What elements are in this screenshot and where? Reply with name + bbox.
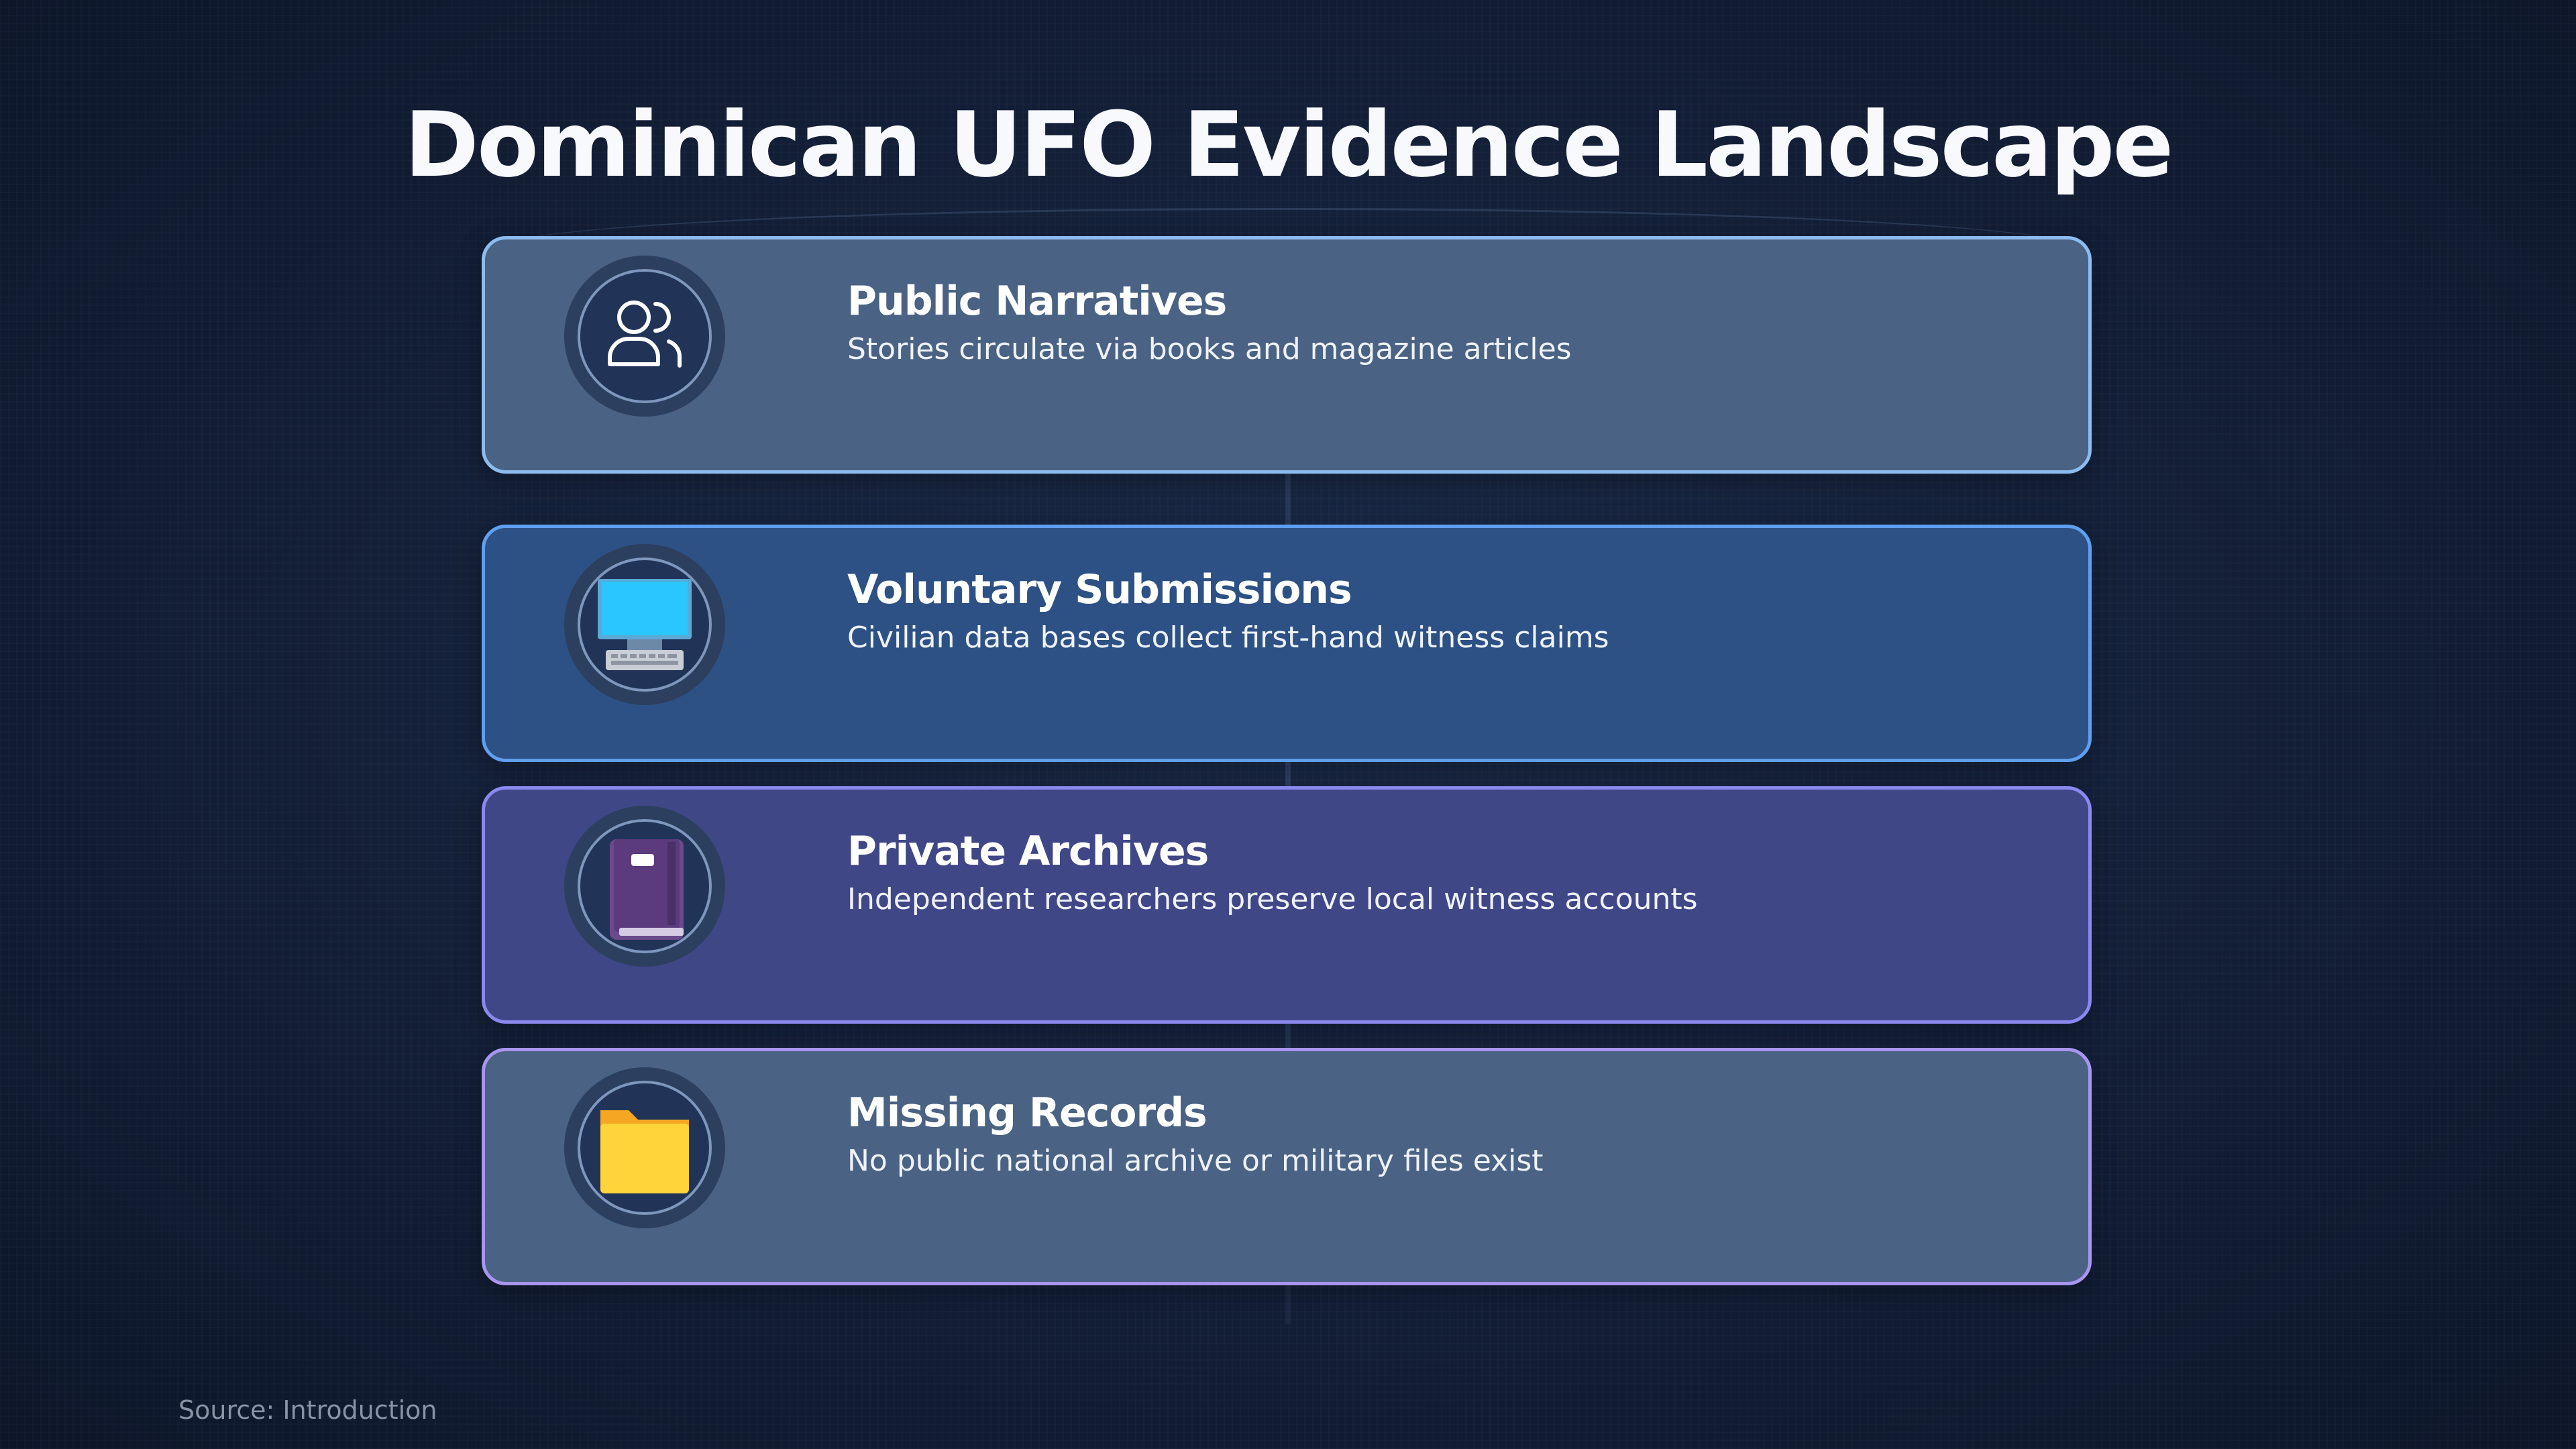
icon-badge [564, 1067, 725, 1228]
card-title: Public Narratives [847, 278, 1227, 325]
folder-icon [578, 1081, 712, 1215]
source-note: Source: Introduction [178, 1395, 437, 1425]
card-private-archives: Private Archives Independent researchers… [482, 786, 2092, 1024]
book-icon [578, 819, 712, 953]
card-title: Voluntary Submissions [847, 566, 1352, 613]
card-description: Independent researchers preserve local w… [847, 882, 1698, 916]
people-icon [578, 269, 712, 403]
card-voluntary-submissions: Voluntary Submissions Civilian data base… [482, 525, 2092, 762]
icon-badge [564, 806, 725, 967]
icon-badge [564, 544, 725, 705]
card-public-narratives: Public Narratives Stories circulate via … [482, 236, 2092, 474]
card-title: Missing Records [847, 1089, 1208, 1136]
card-description: Civilian data bases collect first-hand w… [847, 621, 1609, 655]
card-missing-records: Missing Records No public national archi… [482, 1048, 2092, 1285]
card-description: Stories circulate via books and magazine… [847, 332, 1572, 366]
card-description: No public national archive or military f… [847, 1144, 1544, 1178]
computer-icon [578, 557, 712, 692]
card-title: Private Archives [847, 828, 1209, 875]
icon-badge [564, 256, 725, 417]
page-title: Dominican UFO Evidence Landscape [404, 93, 2174, 197]
